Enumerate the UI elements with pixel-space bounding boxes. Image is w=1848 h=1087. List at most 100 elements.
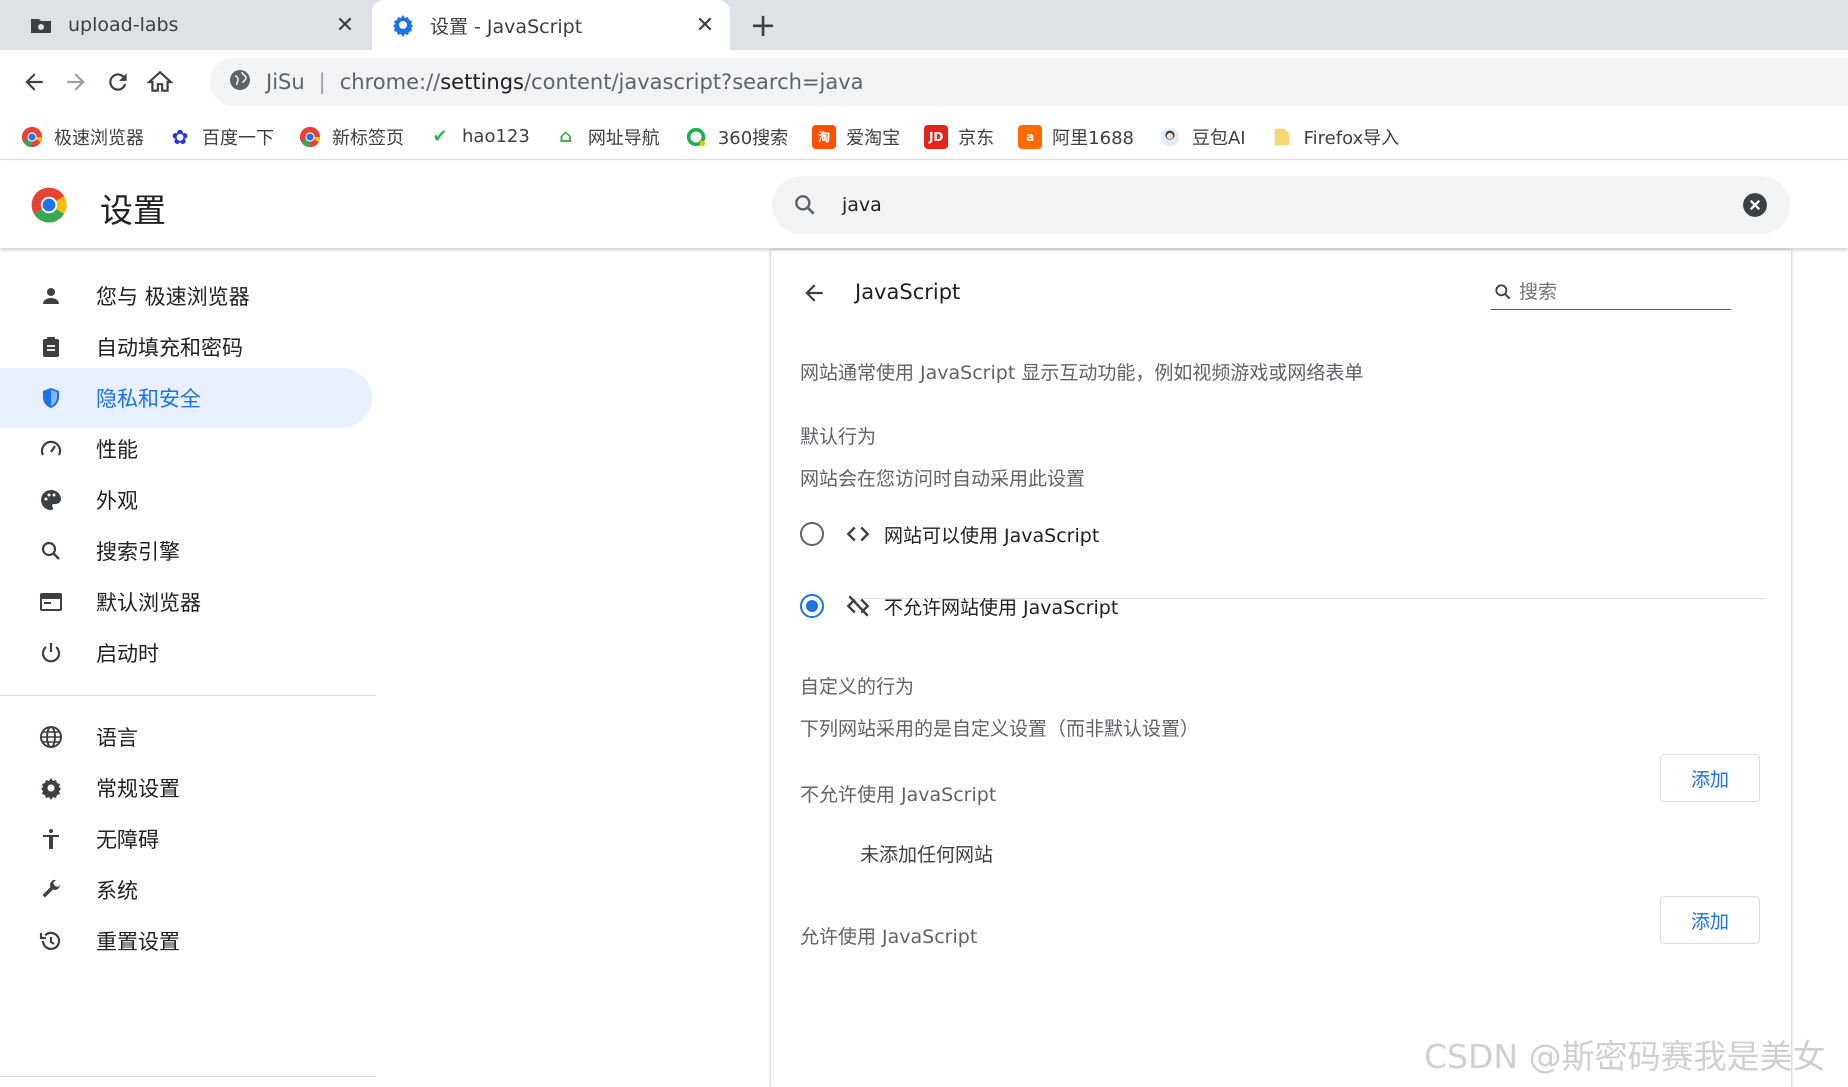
globe-icon [36, 722, 66, 752]
gear-icon [36, 773, 66, 803]
subpage-search[interactable] [1491, 274, 1731, 310]
search-input[interactable]: java [842, 194, 1740, 216]
code-off-icon [844, 592, 872, 620]
bookmark-jisu[interactable]: 极速浏览器 [20, 124, 144, 150]
url-separator: | [318, 70, 326, 94]
bookmark-baidu[interactable]: ✿ 百度一下 [168, 124, 274, 150]
clipboard-icon [36, 332, 66, 362]
bookmark-doubao[interactable]: 豆包AI [1158, 124, 1246, 150]
sidebar-item-reset[interactable]: 重置设置 [0, 911, 372, 971]
browser-icon [36, 587, 66, 617]
forward-button[interactable] [56, 62, 96, 102]
back-button[interactable] [14, 62, 54, 102]
sidebar-item-label: 您与 极速浏览器 [96, 285, 250, 309]
sidebar-item-label: 自动填充和密码 [96, 336, 243, 360]
sidebar-item-label: 性能 [96, 438, 138, 462]
url-text: chrome://settings/content/javascript?sea… [339, 70, 864, 94]
jd-icon: JD [924, 124, 949, 149]
address-bar[interactable]: JiSu | chrome://settings/content/javascr… [210, 58, 1848, 106]
javascript-description: 网站通常使用 JavaScript 显示互动功能，例如视频游戏或网络表单 [800, 362, 1364, 384]
close-icon[interactable]: ✕ [330, 10, 360, 40]
search-icon [36, 536, 66, 566]
code-icon [844, 520, 872, 548]
radio-button[interactable] [800, 522, 824, 546]
clear-search-icon[interactable] [1740, 190, 1770, 220]
tab-strip: upload-labs ✕ 设置 - JavaScript ✕ + [0, 0, 1848, 50]
tab-title: 设置 - JavaScript [430, 15, 583, 38]
sidebar-item-label: 启动时 [96, 642, 159, 666]
speedometer-icon [36, 434, 66, 464]
taobao-icon: 淘 [812, 124, 837, 149]
subpage-title: JavaScript [855, 280, 961, 304]
folder-icon [1270, 125, 1294, 149]
page-title: 设置 [100, 191, 166, 230]
watermark: CSDN @斯密码赛我是美女 [1424, 1037, 1826, 1076]
arrow-left-icon [25, 73, 43, 91]
sidebar-item-label: 默认浏览器 [96, 591, 201, 615]
custom-behavior-description: 下列网站采用的是自定义设置（而非默认设置） [800, 718, 1200, 740]
sidebar-item-label: 隐私和安全 [96, 387, 201, 411]
back-button[interactable] [797, 276, 831, 310]
home-button[interactable] [140, 62, 180, 102]
new-tab-button[interactable]: + [744, 6, 782, 44]
sidebar-divider [0, 695, 376, 696]
add-blocked-site-button[interactable]: 添加 [1660, 754, 1760, 802]
radio-button-selected[interactable] [800, 594, 824, 618]
bookmark-jd[interactable]: JD 京东 [924, 124, 994, 150]
radio-label: 不允许网站使用 JavaScript [884, 596, 1119, 619]
360-icon [684, 125, 708, 149]
reload-icon [109, 73, 127, 91]
bookmark-hao123[interactable]: ✔ hao123 [428, 125, 529, 149]
bookmark-taobao[interactable]: 淘爱淘宝 [812, 124, 900, 150]
allow-section-label: 允许使用 JavaScript [800, 926, 978, 948]
radio-label: 网站可以使用 JavaScript [884, 524, 1100, 547]
alibaba-icon: a [1018, 124, 1043, 149]
sidebar-item-label: 常规设置 [96, 777, 180, 801]
custom-behavior-heading: 自定义的行为 [800, 676, 915, 698]
sidebar-item-label: 无障碍 [96, 828, 159, 852]
bookmark-firefox-import[interactable]: Firefox导入 [1270, 124, 1399, 150]
bookmark-1688[interactable]: a 阿里1688 [1018, 124, 1134, 150]
sidebar: 您与 极速浏览器 自动填充和密码 隐私和安全 性能 外观 搜索引擎 默认浏览器 … [0, 250, 380, 1087]
radio-block-javascript[interactable]: 不允许网站使用 JavaScript [800, 576, 1764, 636]
search-icon [1491, 280, 1515, 304]
add-allowed-site-button[interactable]: 添加 [1660, 896, 1760, 944]
doubao-icon [1158, 125, 1182, 149]
2345-icon: ⌂ [559, 126, 573, 147]
palette-icon [36, 485, 66, 515]
history-icon [36, 926, 66, 956]
chrome-icon [298, 125, 322, 149]
radio-allow-javascript[interactable]: 网站可以使用 JavaScript [800, 504, 1764, 564]
settings-header: 设置 java [0, 162, 1848, 248]
search-icon [790, 190, 820, 220]
bookmark-2345[interactable]: ⌂ 网址导航 [554, 124, 659, 150]
empty-list-text: 未添加任何网站 [860, 844, 994, 866]
home-icon [147, 70, 173, 92]
arrow-left-icon [805, 284, 823, 302]
sidebar-item-label: 重置设置 [96, 930, 180, 954]
chrome-icon [20, 125, 44, 149]
tab-upload-labs[interactable]: upload-labs ✕ [0, 0, 370, 50]
default-behavior-description: 网站会在您访问时自动采用此设置 [800, 468, 1086, 490]
site-info-icon[interactable] [228, 68, 252, 97]
bookmark-360[interactable]: 360搜索 [684, 124, 788, 150]
bookmarks-bar: 极速浏览器 ✿ 百度一下 新标签页 ✔ hao123 ⌂ 网址导航 360搜索 淘爱淘… [0, 114, 1848, 160]
power-icon [36, 638, 66, 668]
close-icon[interactable]: ✕ [690, 10, 720, 40]
person-icon [36, 281, 66, 311]
sidebar-item-on-startup[interactable]: 启动时 [0, 623, 372, 683]
reload-button[interactable] [98, 62, 138, 102]
bookmark-newtab[interactable]: 新标签页 [298, 124, 404, 150]
accessibility-icon [36, 824, 66, 854]
block-section-label: 不允许使用 JavaScript [800, 784, 997, 806]
site-name: JiSu [266, 70, 305, 94]
tab-settings-javascript[interactable]: 设置 - JavaScript ✕ [372, 0, 730, 50]
sidebar-item-label: 搜索引擎 [96, 540, 180, 564]
sidebar-divider [0, 1076, 376, 1077]
chrome-logo-icon [30, 186, 68, 224]
arrow-right-icon [67, 73, 85, 91]
tab-title: upload-labs [68, 14, 179, 36]
settings-search[interactable]: java [772, 176, 1790, 234]
sidebar-item-label: 外观 [96, 489, 138, 513]
subpage-search-input[interactable] [1519, 280, 1719, 303]
